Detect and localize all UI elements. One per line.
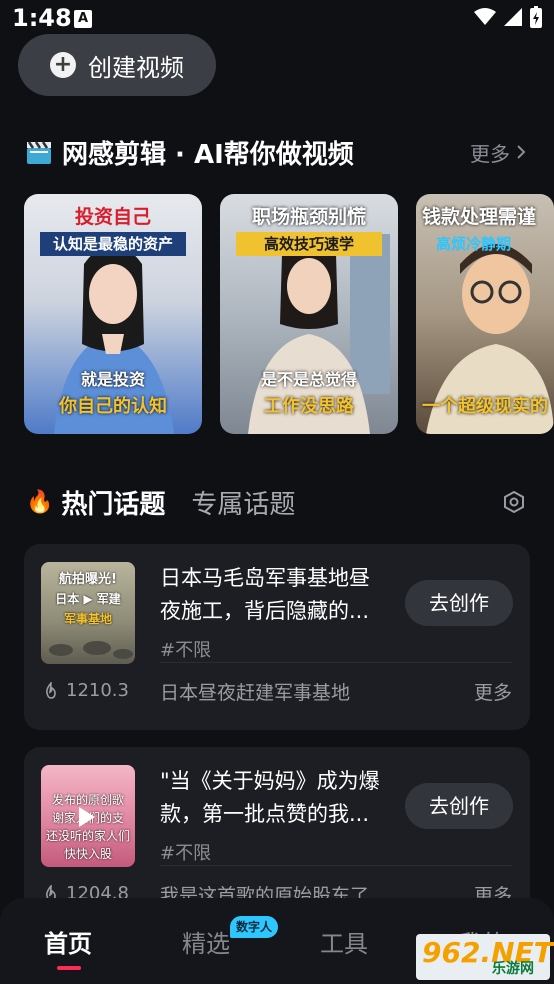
plus-icon: + <box>50 52 76 78</box>
featured-section-header: 网感剪辑 · AI帮你做视频 更多 <box>26 134 526 170</box>
topic-card[interactable]: 航拍曝光! 日本 ▶ 军建 军事基地 日本马毛岛军事基地昼夜施工，背后隐藏的..… <box>24 544 530 730</box>
heat-metric: 1210.3 <box>44 680 129 701</box>
tab-exclusive-topics[interactable]: 专属话题 <box>191 484 295 521</box>
nav-home[interactable]: 首页 <box>44 924 92 959</box>
nav-tools[interactable]: 工具 <box>320 924 368 959</box>
thumb-caption-1: 航拍曝光! <box>59 572 117 587</box>
card-subtitle-line1: 是不是总觉得 <box>260 370 357 389</box>
video-card[interactable]: 投资自己 认知是最稳的资产 就是投资 你自己的认知 <box>24 194 202 434</box>
card-subtitle-line2: 一个超级现实的 <box>422 396 548 417</box>
topic-keyword: 日本昼夜赶建军事基地 <box>160 682 351 704</box>
chevron-right-icon <box>517 145 526 159</box>
card-subtitle-line1: 就是投资 <box>80 370 145 389</box>
thumb-caption-4: 快快入股 <box>63 847 112 861</box>
fire-icon: 🔥 <box>26 489 54 515</box>
card-top-caption: 职场瓶颈别慌 <box>251 206 366 228</box>
go-create-button[interactable]: 去创作 <box>405 783 513 829</box>
watermark-subtext: 乐游网 <box>492 961 534 977</box>
battery-icon <box>530 6 542 28</box>
video-card-list: 投资自己 认知是最稳的资产 就是投资 你自己的认知 职场瓶颈别慌 高效技巧速学 … <box>24 194 554 434</box>
card-subtitle-line2: 你自己的认知 <box>59 396 167 417</box>
card-sub-caption: 认知是最稳的资产 <box>40 232 186 256</box>
card-sub-caption: 高效技巧速学 <box>236 232 382 256</box>
divider <box>160 662 512 663</box>
flame-outline-icon <box>46 681 56 699</box>
nav-featured[interactable]: 精选 <box>182 924 230 959</box>
video-card[interactable]: 职场瓶颈别慌 高效技巧速学 是不是总觉得 工作没思路 <box>220 194 398 434</box>
thumb-caption-1: 发布的原创歌 <box>51 793 124 807</box>
wifi-icon <box>474 8 496 25</box>
play-icon <box>79 807 95 827</box>
status-icons <box>474 6 542 28</box>
featured-title: 网感剪辑 · AI帮你做视频 <box>62 139 354 170</box>
thumb-caption-2: 日本 ▶ 军建 <box>55 592 121 606</box>
site-watermark: 962.NET 乐游网 <box>416 934 553 980</box>
settings-hexagon-icon[interactable] <box>502 490 526 514</box>
featured-more-label: 更多 <box>470 141 510 166</box>
create-video-label: 创建视频 <box>88 53 184 82</box>
card-subtitle-line2: 工作没思路 <box>264 396 354 417</box>
thumb-scene <box>49 641 133 659</box>
create-video-button[interactable]: + 创建视频 <box>18 34 216 96</box>
heat-value: 1210.3 <box>66 680 129 701</box>
topic-title: 日本马毛岛军事基地昼夜施工，背后隐藏的... <box>160 566 370 623</box>
app-notification-icon: A <box>74 10 92 28</box>
topic-tag: #不限 <box>160 843 212 864</box>
featured-more-link[interactable]: 更多 <box>470 138 526 167</box>
topics-header: 🔥 热门话题 专属话题 <box>26 482 526 522</box>
video-card[interactable]: 钱款处理需谨 高烦冷静期 一个超级现实的 <box>416 194 554 434</box>
status-time: 1:48 <box>12 4 72 32</box>
card-sub-caption: 高烦冷静期 <box>436 235 512 253</box>
topic-tag: #不限 <box>160 640 212 661</box>
thumb-caption-3: 还没听的家人们 <box>45 829 130 843</box>
topic-more-link[interactable]: 更多 <box>474 678 512 705</box>
topic-thumbnail[interactable]: 发布的原创歌 谢家人们的支 还没听的家人们 快快入股 <box>41 765 135 867</box>
digital-human-badge: 数字人 <box>230 916 279 938</box>
nav-active-indicator <box>57 966 81 970</box>
thumb-caption-3: 军事基地 <box>63 612 112 626</box>
divider <box>160 865 512 866</box>
card-top-caption: 钱款处理需谨 <box>422 206 537 228</box>
go-create-button[interactable]: 去创作 <box>405 580 513 626</box>
tab-hot-topics[interactable]: 热门话题 <box>61 484 165 521</box>
topic-thumbnail[interactable]: 航拍曝光! 日本 ▶ 军建 军事基地 <box>41 562 135 664</box>
signal-icon <box>504 8 522 26</box>
card-top-caption: 投资自己 <box>74 206 151 228</box>
topic-title: "当《关于妈妈》成为爆款，第一批点赞的我... <box>160 769 380 826</box>
clapperboard-icon <box>27 141 51 164</box>
